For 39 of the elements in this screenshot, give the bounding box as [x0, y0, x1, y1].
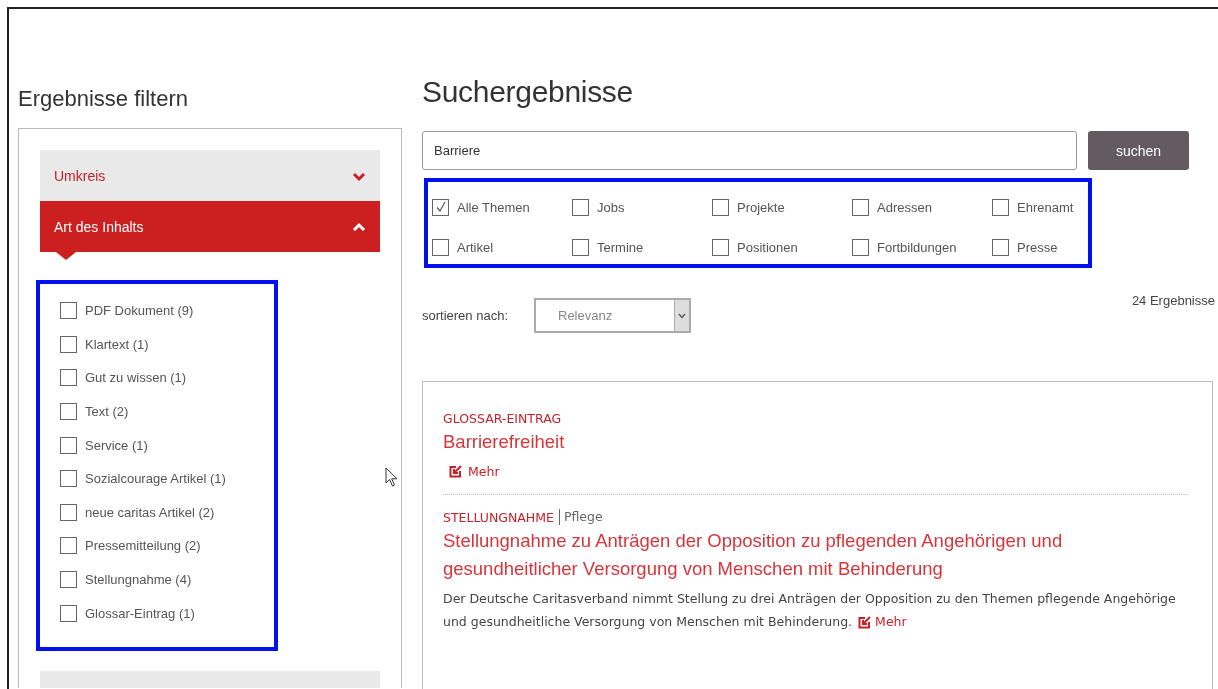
checkbox-label[interactable]: Ehrenamt [1017, 199, 1074, 215]
result-teaser: Der Deutsche Caritasverband nimmt Stellung zu drei Anträgen der Opposition zu den Themen pflegende Angehörige und gesundheitliche Versorgung von Menschen mit Behinderung. Mehr [443, 590, 1177, 631]
checkbox-label[interactable]: Artikel [457, 240, 494, 255]
accordion-header[interactable]: Umkreis [40, 150, 380, 201]
checkbox-label[interactable]: Pressemitteilung (2) [85, 538, 201, 554]
accordion-label: Umkreis [54, 167, 106, 184]
sort-dropdown[interactable]: Relevanz [534, 298, 691, 333]
checkbox-label[interactable]: Stellungnahme (4) [85, 572, 192, 588]
checkbox-label[interactable]: Adressen [877, 199, 932, 215]
sidebar-title: Ergebnisse filtern [18, 86, 189, 112]
checkbox-label[interactable]: Presse [1017, 240, 1058, 255]
more-link[interactable]: Mehr [449, 464, 500, 479]
checkbox-label[interactable]: Sozialcourage Artikel (1) [85, 471, 226, 487]
result-category: Pflege [558, 509, 603, 525]
checkbox-label[interactable]: Service (1) [85, 437, 148, 453]
checkbox-label[interactable]: Termine [597, 240, 644, 255]
search-button[interactable]: suchen [1088, 131, 1189, 170]
result-type: STELLUNGNAHME [443, 509, 554, 525]
checkbox-label[interactable]: Text (2) [85, 404, 129, 420]
result-type: GLOSSAR-EINTRAG [443, 410, 562, 426]
more-link[interactable]: Mehr [875, 614, 907, 629]
checkbox-label[interactable]: neue caritas Artikel (2) [85, 504, 215, 520]
result-count: 24 Ergebnisse [1131, 293, 1215, 308]
accordion-header[interactable]: Art des Inhalts [40, 201, 380, 252]
checkbox-label[interactable]: Alle Themen [457, 199, 530, 215]
page-title: Suchergebnisse [422, 75, 634, 109]
checkbox-label[interactable]: PDF Dokument (9) [85, 303, 194, 319]
checkbox-label[interactable]: Klartext (1) [85, 336, 149, 352]
checkbox-label[interactable]: Projekte [737, 199, 785, 215]
checkbox-label[interactable]: Positionen [737, 240, 798, 255]
result-title-link[interactable]: Stellungnahme zu Anträgen der Opposition zu pflegenden Angehörigen und gesundheitlicher Versorgung von Menschen mit Behinderung [443, 527, 1188, 583]
search-field[interactable]: Barriere [422, 131, 1077, 170]
checkbox-label[interactable]: Gut zu wissen (1) [85, 370, 187, 386]
accordion-label: Art des Inhalts [54, 218, 144, 235]
sort-label: sortieren nach: [422, 308, 508, 323]
checkbox-label[interactable]: Fortbildungen [877, 240, 957, 255]
checkbox-label[interactable]: Glossar-Eintrag (1) [85, 605, 195, 621]
checkbox-label[interactable]: Jobs [597, 199, 625, 215]
result-title-link[interactable]: Barrierefreiheit [443, 428, 1188, 456]
